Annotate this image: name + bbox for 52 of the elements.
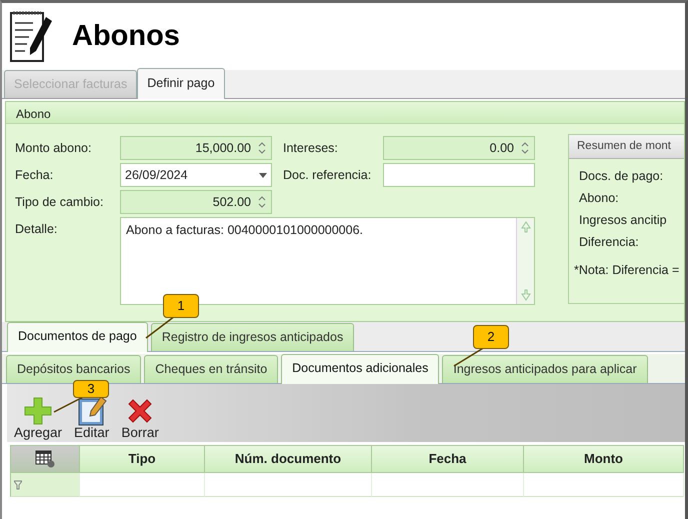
callout-tooltip: 1 bbox=[163, 294, 199, 318]
field-label: Fecha: bbox=[15, 167, 54, 184]
spin-field[interactable]: 0.00 bbox=[383, 136, 535, 160]
summary-label: Docs. de pago: bbox=[578, 168, 664, 186]
spin-field[interactable]: 502.00 bbox=[120, 190, 272, 214]
tab[interactable]: Documentos adicionales bbox=[281, 354, 440, 384]
field-label: Detalle: bbox=[15, 221, 58, 238]
plus-icon bbox=[23, 396, 54, 426]
callout-tooltip: 3 bbox=[73, 380, 109, 398]
spin-field[interactable]: 15,000.00 bbox=[120, 136, 272, 160]
tab[interactable]: Ingresos anticipados para aplicar bbox=[442, 355, 648, 383]
summary-label: Abono: bbox=[578, 190, 620, 208]
tab[interactable]: Registro de ingresos anticipados bbox=[150, 323, 354, 351]
filter-cell[interactable] bbox=[205, 473, 372, 497]
tab[interactable]: Definir pago bbox=[137, 68, 225, 99]
input-field[interactable] bbox=[383, 163, 535, 187]
window-title: Abonos bbox=[72, 18, 180, 54]
field-label: Doc. referencia: bbox=[283, 167, 372, 184]
tab[interactable]: Documentos de pago bbox=[7, 322, 148, 352]
field-label: Tipo de cambio: bbox=[15, 194, 104, 211]
spin-arrows-icon bbox=[257, 141, 267, 155]
spin-arrows-icon bbox=[257, 195, 267, 209]
toolbar-button[interactable]: Agregar bbox=[11, 396, 66, 442]
toolbar-button[interactable]: Editar bbox=[71, 396, 112, 442]
column-header: Monto bbox=[524, 445, 684, 473]
tab[interactable]: Depósitos bancarios bbox=[6, 355, 142, 383]
filter-cell[interactable] bbox=[80, 473, 205, 497]
date-field[interactable]: 26/09/2024 bbox=[120, 163, 272, 187]
field-label: Monto abono: bbox=[15, 140, 92, 157]
column-header: Fecha bbox=[372, 445, 524, 473]
filter-cell[interactable] bbox=[524, 473, 684, 497]
down-arrow-icon bbox=[520, 289, 530, 301]
summary-label: Diferencia: bbox=[578, 234, 640, 252]
table-settings-icon bbox=[35, 450, 55, 468]
scrollbar[interactable] bbox=[516, 218, 534, 304]
note-text: *Nota: Diferencia = bbox=[573, 262, 680, 280]
spin-arrows-icon bbox=[520, 141, 530, 155]
field-label: Intereses: bbox=[283, 140, 339, 157]
panel-header: Abono bbox=[6, 102, 684, 124]
notepad-pencil-icon bbox=[8, 8, 54, 64]
filter-cell[interactable] bbox=[372, 473, 524, 497]
notepad-pencil-icon bbox=[76, 396, 107, 426]
callout-tooltip: 2 bbox=[473, 325, 509, 349]
up-arrow-icon bbox=[520, 221, 530, 233]
summary-label: Ingresos ancitip bbox=[578, 212, 668, 230]
tab[interactable]: Cheques en tránsito bbox=[144, 355, 278, 383]
filter-icon bbox=[14, 480, 22, 490]
group-header: Resumen de mont bbox=[569, 135, 684, 160]
column-header: Núm. documento bbox=[205, 445, 372, 473]
column-header: Tipo bbox=[80, 445, 205, 473]
dropdown-caret-icon bbox=[259, 172, 267, 178]
toolbar-button[interactable]: Borrar bbox=[118, 396, 162, 442]
